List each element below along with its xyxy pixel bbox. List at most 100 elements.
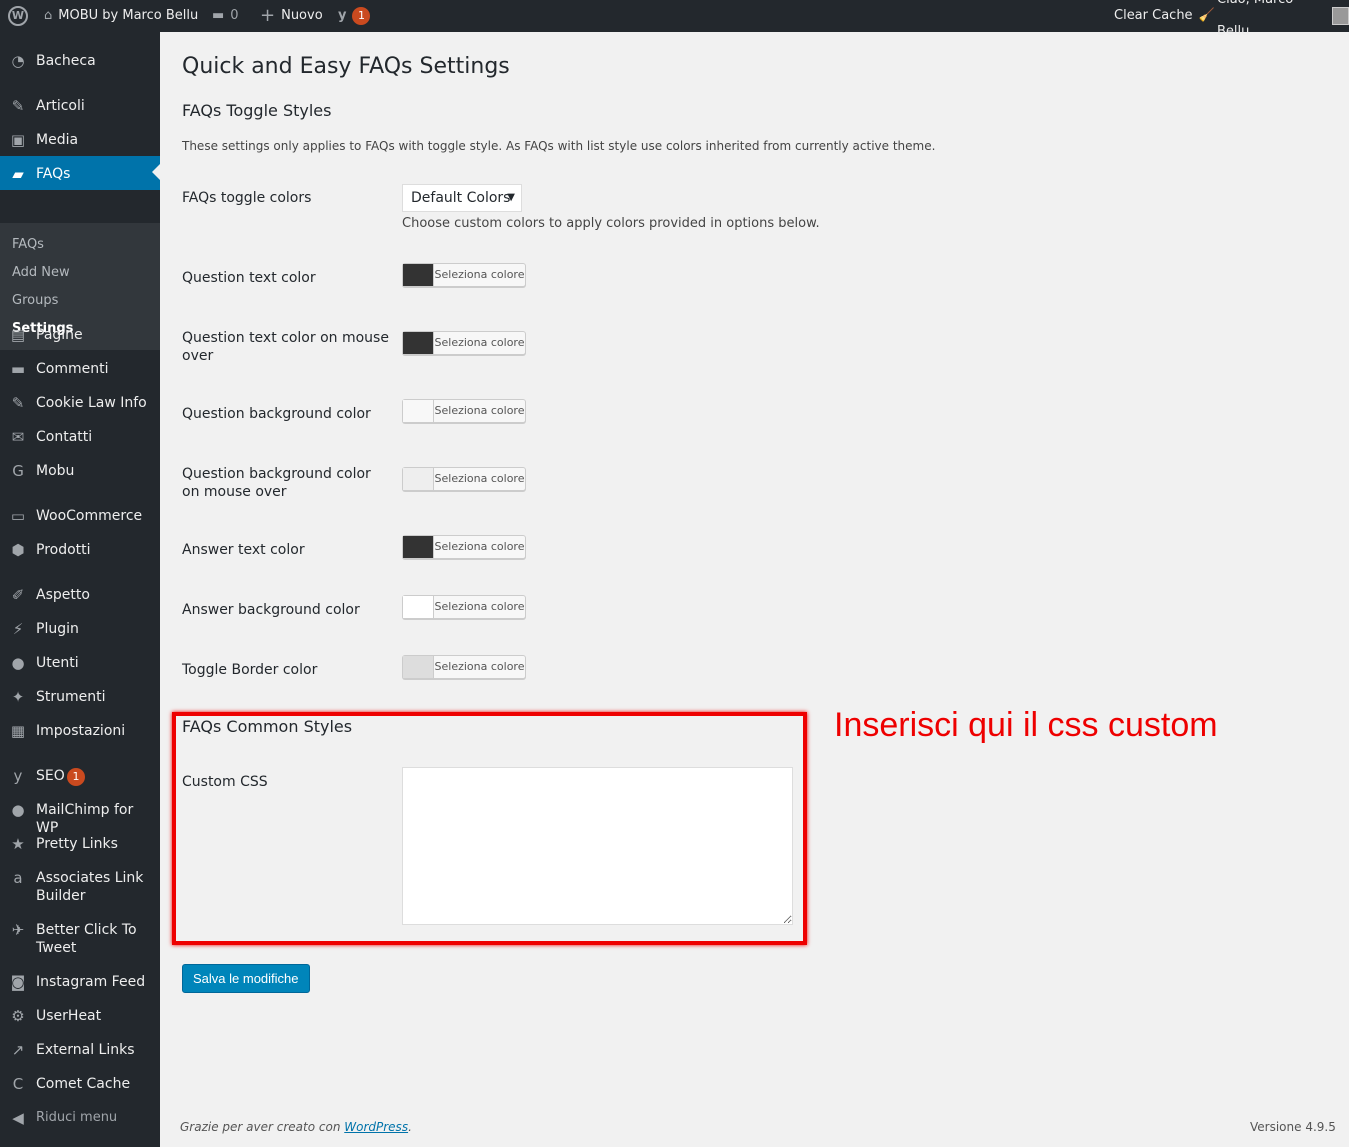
wordpress-logo-icon[interactable]: W [8, 0, 28, 32]
sidebar-item-label: Articoli [36, 98, 85, 114]
sidebar-item-label: Pagine [36, 327, 83, 343]
color-picker-label: Seleziona colore [434, 404, 525, 417]
gear-icon: ⚙ [11, 1007, 25, 1025]
dashboard-icon: ◔ [11, 52, 25, 70]
sidebar-item-instagram-feed[interactable]: ◙ Instagram Feed [0, 973, 160, 991]
sidebar-item-riduci-menu[interactable]: ◀ Riduci menu [0, 1109, 160, 1127]
toggle-colors-select[interactable]: Default Colors ▼ [402, 184, 522, 212]
faq-icon: ▰ [12, 165, 24, 183]
color-picker-button[interactable]: Seleziona colore [402, 467, 526, 491]
new-content-link[interactable]: + Nuovo [260, 0, 323, 32]
sidebar-item-label: Better Click To Tweet [36, 922, 137, 956]
sidebar-item-comet-cache[interactable]: C Comet Cache [0, 1075, 160, 1093]
user-icon: ● [11, 654, 25, 672]
common-styles-heading: FAQs Common Styles [182, 717, 353, 736]
sidebar-item-woocommerce[interactable]: ▭ WooCommerce [0, 507, 160, 525]
sidebar-item-label: Cookie Law Info [36, 395, 147, 411]
color-picker-button[interactable]: Seleziona colore [402, 399, 526, 423]
sidebar-item-mobu[interactable]: G Mobu [0, 462, 160, 480]
sidebar-item-articoli[interactable]: ✎ Articoli [0, 97, 160, 115]
yoast-icon: y [338, 8, 347, 23]
account-menu[interactable]: Ciao, Marco Bellu [1217, 0, 1349, 39]
page-icon: ▤ [10, 326, 26, 344]
sidebar-item-label: Pretty Links [36, 836, 118, 852]
admin-bar: W ⌂ MOBU by Marco Bellu ▬ 0 + Nuovo y1 Clea… [0, 0, 1349, 39]
color-picker-button[interactable]: Seleziona colore [402, 655, 526, 679]
wrench-icon: ✦ [11, 688, 25, 706]
sidebar-item-faqs[interactable]: ▰ FAQs [0, 156, 160, 190]
sidebar-item-plugin[interactable]: ⚡ Plugin [0, 620, 160, 638]
media-icon: ▣ [10, 131, 26, 149]
sidebar-item-prodotti[interactable]: ⬢ Prodotti [0, 541, 160, 559]
color-option-label: Toggle Border color [182, 662, 318, 678]
comments-link[interactable]: ▬ 0 [212, 0, 239, 32]
site-name-link[interactable]: ⌂ MOBU by Marco Bellu [44, 0, 198, 32]
save-changes-button[interactable]: Salva le modifiche [182, 964, 310, 993]
sidebar-item-seo[interactable]: y SEO 1 [0, 767, 160, 786]
sidebar-item-associates-link-builder[interactable]: a Associates Link Builder [0, 869, 160, 905]
sidebar-item-label: Plugin [36, 621, 79, 637]
sidebar-item-pretty-links[interactable]: ★ Pretty Links [0, 835, 160, 853]
sidebar-item-label: Strumenti [36, 689, 106, 705]
sidebar-item-media[interactable]: ▣ Media [0, 131, 160, 149]
color-swatch [403, 656, 434, 678]
sidebar-item-label: SEO [36, 768, 65, 784]
mailchimp-icon: ● [11, 801, 25, 819]
sidebar-item-label: Bacheca [36, 53, 96, 69]
color-picker-button[interactable]: Seleziona colore [402, 595, 526, 619]
color-option-label: Question text color [182, 270, 316, 286]
wordpress-link[interactable]: WordPress [344, 1120, 408, 1134]
sidebar-item-label: Associates Link Builder [36, 870, 144, 904]
sidebar-item-label: External Links [36, 1042, 135, 1058]
sidebar-item-bacheca[interactable]: ◔ Bacheca [0, 52, 160, 70]
comment-icon: ▬ [10, 360, 26, 378]
color-option-label: Question background color on mouse over [182, 466, 371, 500]
footer-thanks: Grazie per aver creato con WordPress. [180, 1120, 412, 1134]
sidebar-item-mailchimp-for-wp[interactable]: ● MailChimp for WP [0, 801, 160, 837]
comet-icon: C [12, 1075, 24, 1093]
color-swatch [403, 264, 434, 286]
sidebar-item-external-links[interactable]: ↗ External Links [0, 1041, 160, 1059]
sidebar-item-utenti[interactable]: ● Utenti [0, 654, 160, 672]
box-icon: ⬢ [11, 541, 25, 559]
color-picker-button[interactable]: Seleziona colore [402, 331, 526, 355]
color-picker-label: Seleziona colore [434, 268, 525, 281]
sidebar-item-label: UserHeat [36, 1008, 102, 1024]
color-option-label: Answer background color [182, 602, 360, 618]
sidebar-item-label: Prodotti [36, 542, 91, 558]
toggle-colors-label: FAQs toggle colors [182, 190, 312, 206]
sidebar-item-pagine[interactable]: ▤ Pagine [0, 326, 160, 344]
sidebar-item-strumenti[interactable]: ✦ Strumenti [0, 688, 160, 706]
sidebar-item-label: Instagram Feed [36, 974, 146, 990]
home-icon: ⌂ [44, 8, 53, 23]
custom-css-textarea[interactable] [402, 767, 793, 925]
sidebar-item-commenti[interactable]: ▬ Commenti [0, 360, 160, 378]
sidebar-item-label: WooCommerce [36, 508, 143, 524]
sidebar-item-label: Utenti [36, 655, 79, 671]
sidebar-item-userheat[interactable]: ⚙ UserHeat [0, 1007, 160, 1025]
color-swatch [403, 468, 434, 490]
color-picker-button[interactable]: Seleziona colore [402, 535, 526, 559]
submenu-item-add-new[interactable]: Add New [12, 265, 70, 280]
sidebar-item-better-click-to-tweet[interactable]: ✈ Better Click To Tweet [0, 921, 160, 957]
sidebar-item-cookie-law-info[interactable]: ✎ Cookie Law Info [0, 394, 160, 412]
seo-adminbar-link[interactable]: y1 [338, 0, 371, 32]
version-text: Versione 4.9.5 [1250, 1120, 1336, 1134]
sidebar-item-label: Riduci menu [36, 1110, 118, 1125]
submenu-item-groups[interactable]: Groups [12, 293, 58, 308]
yoast-icon: y [13, 767, 23, 785]
pin-icon: ✎ [11, 97, 25, 115]
mail-icon: ✉ [11, 428, 25, 446]
admin-sidebar: FAQs Add New Groups Settings ◔ Bacheca ✎ Artico… [0, 32, 160, 1147]
sidebar-item-label: Mobu [36, 463, 75, 479]
color-picker-button[interactable]: Seleziona colore [402, 263, 526, 287]
sidebar-item-impostazioni[interactable]: ▦ Impostazioni [0, 722, 160, 740]
submenu-item-faqs[interactable]: FAQs [12, 237, 44, 252]
color-swatch [403, 536, 434, 558]
clear-cache-link[interactable]: Clear Cache 🧹 [1114, 0, 1215, 32]
sidebar-item-label: MailChimp for WP [36, 802, 134, 836]
sidebar-item-contatti[interactable]: ✉ Contatti [0, 428, 160, 446]
sidebar-item-aspetto[interactable]: ✐ Aspetto [0, 586, 160, 604]
color-swatch [403, 332, 434, 354]
toggle-colors-description: Choose custom colors to apply colors pro… [402, 216, 820, 231]
